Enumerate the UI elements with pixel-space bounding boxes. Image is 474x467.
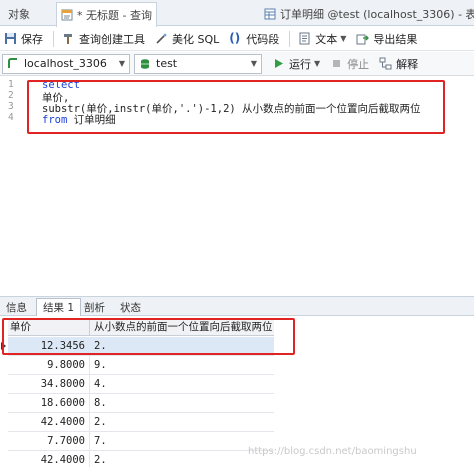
text-label: 文本 <box>315 32 338 46</box>
connection-toolbar: localhost_3306 ▼ test ▼ 运行 ▼ 停止 解释 <box>0 52 474 76</box>
table-cell[interactable]: 2. <box>92 451 107 467</box>
table-icon <box>264 8 276 20</box>
table-row[interactable]: 42.4000 2. <box>8 413 274 432</box>
connection-icon <box>7 57 19 70</box>
line-number: 3 <box>8 101 14 112</box>
export-result-label: 导出结果 <box>373 32 418 46</box>
play-icon <box>272 57 285 70</box>
export-result-button[interactable]: 导出结果 <box>352 28 421 50</box>
toolbar-divider <box>53 30 54 47</box>
table-cell[interactable]: 9.8000 <box>8 356 90 375</box>
tab-info[interactable]: 信息 <box>0 298 33 316</box>
table-cell[interactable]: 42.4000 <box>8 413 90 432</box>
save-icon <box>4 32 17 45</box>
tab-label: 订单明细 @test (localhost_3306) - 表 <box>280 8 474 21</box>
beautify-sql-label: 美化 SQL <box>172 32 220 46</box>
line-number: 1 <box>8 79 14 90</box>
tab-profile[interactable]: 剖析 <box>78 298 111 316</box>
chevron-down-icon: ▼ <box>118 59 125 68</box>
table-row[interactable]: 9.8000 9. <box>8 356 274 375</box>
query-highlight-box <box>27 80 445 134</box>
tab-label: 信息 <box>6 301 27 314</box>
document-icon <box>298 32 311 45</box>
chevron-down-icon: ▼ <box>250 59 257 68</box>
table-cell[interactable]: 34.8000 <box>8 375 90 394</box>
table-cell[interactable]: 8. <box>92 394 107 413</box>
connection-select[interactable]: localhost_3306 ▼ <box>2 53 130 74</box>
table-cell[interactable]: 4. <box>92 375 107 394</box>
text-menu-button[interactable]: 文本 ▼ <box>294 28 350 50</box>
tab-untitled-query[interactable]: * 无标题 - 查询 <box>56 2 157 27</box>
main-toolbar: 保存 查询创建工具 美化 SQL () 代码段 文本 ▼ 导出结果 <box>0 27 474 51</box>
explain-icon <box>379 57 392 70</box>
save-label: 保存 <box>21 32 43 46</box>
database-value: test <box>156 57 178 70</box>
run-label: 运行 <box>289 57 311 71</box>
table-row[interactable]: 18.6000 8. <box>8 394 274 413</box>
connection-value: localhost_3306 <box>24 57 107 70</box>
tab-status[interactable]: 状态 <box>114 298 147 316</box>
table-cell[interactable]: 7.7000 <box>8 432 90 451</box>
table-row[interactable]: 7.7000 7. <box>8 432 274 451</box>
chevron-down-icon: ▼ <box>340 34 347 43</box>
explain-button[interactable]: 解释 <box>375 53 422 75</box>
tab-label: 剖析 <box>84 301 105 314</box>
tab-label: 状态 <box>120 301 141 314</box>
code-snippet-button[interactable]: () 代码段 <box>225 28 283 50</box>
hammer-icon <box>62 32 75 45</box>
table-cell[interactable]: 18.6000 <box>8 394 90 413</box>
magic-wand-icon <box>155 32 168 45</box>
sql-editor[interactable]: 1 2 3 4 select 单价, substr(单价,instr(单价,'.… <box>0 77 474 291</box>
result-highlight-box <box>2 318 295 355</box>
table-cell[interactable]: 42.4000 <box>8 451 90 467</box>
tab-result-1[interactable]: 结果 1 <box>36 298 82 316</box>
tab-objects[interactable]: 对象 <box>4 2 34 26</box>
chevron-down-icon: ▼ <box>314 59 321 68</box>
table-cell[interactable]: 9. <box>92 356 107 375</box>
query-builder-button[interactable]: 查询创建工具 <box>58 28 149 50</box>
query-icon <box>61 9 73 21</box>
save-button[interactable]: 保存 <box>0 28 47 50</box>
tab-order-detail-table[interactable]: 订单明细 @test (localhost_3306) - 表 <box>260 2 474 26</box>
code-snippet-label: 代码段 <box>246 32 280 46</box>
line-number: 2 <box>8 90 14 101</box>
table-row[interactable]: 42.4000 2. <box>8 451 274 467</box>
line-number: 4 <box>8 112 14 123</box>
database-icon <box>139 58 151 70</box>
stop-label: 停止 <box>347 57 370 71</box>
query-builder-label: 查询创建工具 <box>79 32 145 46</box>
export-icon <box>356 32 370 45</box>
table-row[interactable]: 34.8000 4. <box>8 375 274 394</box>
document-tab-bar: 对象 * 无标题 - 查询 订单明细 @test (localhost_3306… <box>0 0 474 27</box>
result-tab-bar: 信息 结果 1 剖析 状态 <box>0 296 474 316</box>
stop-button[interactable]: 停止 <box>326 53 373 75</box>
table-cell[interactable]: 2. <box>92 413 107 432</box>
line-number-gutter: 1 2 3 4 <box>0 77 24 291</box>
database-select[interactable]: test ▼ <box>134 53 262 74</box>
table-cell[interactable]: 7. <box>92 432 107 451</box>
braces-icon: () <box>229 31 241 45</box>
tab-label: 对象 <box>8 8 30 21</box>
stop-icon <box>330 57 343 70</box>
tab-label: * 无标题 - 查询 <box>77 9 152 22</box>
run-button[interactable]: 运行 ▼ <box>268 53 324 75</box>
watermark: https://blog.csdn.net/baomingshu <box>248 446 417 457</box>
tab-label: 结果 1 <box>43 302 75 314</box>
toolbar-divider <box>289 30 291 47</box>
explain-label: 解释 <box>396 57 419 71</box>
beautify-sql-button[interactable]: 美化 SQL <box>151 28 223 50</box>
